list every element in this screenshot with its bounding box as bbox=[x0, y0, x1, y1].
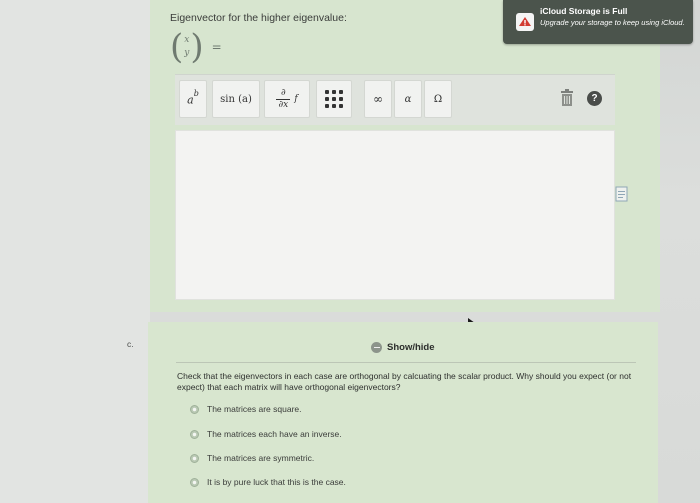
collapse-icon bbox=[371, 342, 382, 353]
matrix-grid-icon bbox=[325, 90, 343, 108]
left-margin bbox=[0, 0, 150, 503]
section-label: c. bbox=[127, 339, 134, 349]
power-exp-label: b bbox=[193, 88, 199, 98]
option-inverse[interactable]: The matrices each have an inverse. bbox=[190, 429, 342, 439]
eigenvector-prompt: Eigenvector for the higher eigenvalue: bbox=[170, 12, 347, 24]
math-toolbar: ab sin (a) ∂ ∂x f ∞ α Ω ? bbox=[175, 74, 615, 125]
icloud-notification[interactable]: iCloud Storage is Full Upgrade your stor… bbox=[503, 0, 693, 44]
radio-button[interactable] bbox=[190, 429, 199, 439]
icloud-title: iCloud Storage is Full bbox=[540, 6, 628, 16]
vector-y-entry[interactable]: y bbox=[184, 47, 189, 60]
matrix-button[interactable] bbox=[316, 80, 352, 118]
partial-top-label: ∂ bbox=[281, 87, 286, 98]
option-label: The matrices are symmetric. bbox=[207, 453, 315, 463]
vector-input[interactable]: ( x y ) = bbox=[170, 30, 222, 64]
help-label: ? bbox=[591, 93, 598, 104]
option-label: The matrices each have an inverse. bbox=[207, 429, 342, 439]
show-hide-toggle[interactable]: Show/hide bbox=[371, 342, 435, 353]
question-text: Check that the eigenvectors in each case… bbox=[177, 371, 632, 392]
power-button[interactable]: ab bbox=[179, 80, 207, 118]
radio-button[interactable] bbox=[190, 404, 199, 414]
omega-label: Ω bbox=[433, 93, 443, 105]
option-label: The matrices are square. bbox=[207, 404, 302, 414]
option-luck[interactable]: It is by pure luck that this is the case… bbox=[190, 477, 346, 487]
icloud-message: Upgrade your storage to keep using iClou… bbox=[540, 18, 685, 27]
help-icon[interactable]: ? bbox=[587, 91, 602, 106]
option-square[interactable]: The matrices are square. bbox=[190, 404, 301, 414]
partial-bottom-label: ∂x bbox=[278, 99, 289, 110]
vector-x-entry[interactable]: x bbox=[184, 34, 189, 47]
option-label: It is by pure luck that this is the case… bbox=[207, 477, 346, 487]
infinity-label: ∞ bbox=[373, 92, 383, 106]
infinity-button[interactable]: ∞ bbox=[364, 80, 392, 118]
trash-icon[interactable] bbox=[558, 87, 576, 109]
left-paren: ( bbox=[170, 27, 184, 67]
page: Eigenvector for the higher eigenvalue: (… bbox=[0, 0, 700, 503]
alpha-button[interactable]: α bbox=[394, 80, 422, 118]
equals-sign: = bbox=[211, 40, 222, 54]
sin-label: sin (a) bbox=[220, 93, 252, 105]
option-symmetric[interactable]: The matrices are symmetric. bbox=[190, 453, 314, 463]
divider bbox=[176, 362, 636, 363]
radio-button[interactable] bbox=[190, 477, 199, 487]
right-paren: ) bbox=[190, 27, 204, 67]
document-icon[interactable] bbox=[615, 186, 629, 202]
partial-f-label: f bbox=[294, 94, 298, 104]
power-base-label: a bbox=[187, 93, 194, 107]
omega-button[interactable]: Ω bbox=[424, 80, 452, 118]
sin-button[interactable]: sin (a) bbox=[212, 80, 260, 118]
show-hide-label: Show/hide bbox=[387, 342, 435, 353]
radio-button[interactable] bbox=[190, 453, 199, 463]
math-editor-area[interactable] bbox=[175, 130, 615, 300]
partial-derivative-button[interactable]: ∂ ∂x f bbox=[264, 80, 310, 118]
alpha-label: α bbox=[404, 93, 412, 105]
icloud-alert-icon bbox=[516, 13, 534, 31]
